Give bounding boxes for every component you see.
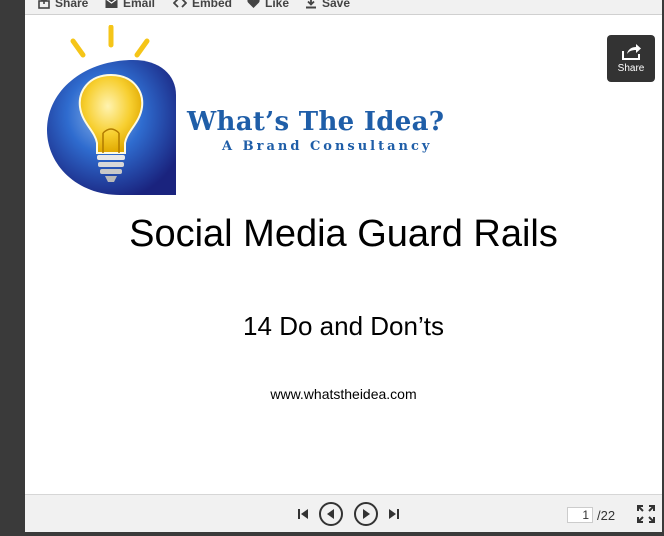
triangle-right-icon bbox=[363, 509, 370, 519]
previous-circle bbox=[319, 502, 343, 526]
previous-slide-button[interactable] bbox=[318, 495, 344, 533]
slide-title: Social Media Guard Rails bbox=[129, 213, 558, 255]
code-icon bbox=[173, 0, 187, 8]
toolbar-embed-button[interactable]: Embed bbox=[173, 0, 232, 11]
triangle-left-icon bbox=[327, 509, 334, 519]
last-page-button[interactable] bbox=[386, 495, 402, 533]
toolbar-like-button[interactable]: Like bbox=[247, 0, 289, 11]
next-slide-button[interactable] bbox=[353, 495, 379, 533]
page-number-input[interactable] bbox=[567, 507, 593, 523]
logo-title: What’s The Idea? bbox=[187, 107, 445, 137]
left-border bbox=[0, 0, 25, 536]
toolbar-like-label: Like bbox=[265, 0, 290, 10]
envelope-icon bbox=[105, 0, 118, 8]
logo-subtitle: A Brand Consultancy bbox=[222, 139, 433, 154]
download-icon bbox=[306, 0, 316, 9]
heart-icon bbox=[247, 0, 260, 8]
share-icon bbox=[38, 0, 50, 9]
viewer-controls: /22 bbox=[25, 494, 662, 533]
skip-to-start-icon bbox=[298, 509, 308, 519]
slide-canvas: What’s The Idea? A Brand Consultancy Soc… bbox=[25, 15, 662, 494]
slide-subtitle: 14 Do and Don’ts bbox=[243, 311, 444, 341]
fullscreen-icon[interactable] bbox=[637, 505, 655, 523]
top-toolbar: Share Email Embed Like Save bbox=[25, 0, 662, 15]
toolbar-share-label: Share bbox=[55, 0, 89, 10]
share-overlay-label: Share bbox=[617, 63, 645, 74]
toolbar-save-label: Save bbox=[322, 0, 351, 10]
share-overlay-button[interactable]: Share bbox=[607, 35, 655, 82]
toolbar-save-button[interactable]: Save bbox=[305, 0, 350, 11]
toolbar-email-label: Email bbox=[123, 0, 156, 10]
skip-to-end-icon bbox=[389, 509, 399, 519]
share-arrow-icon bbox=[622, 44, 641, 60]
toolbar-email-button[interactable]: Email bbox=[105, 0, 155, 11]
toolbar-share-button[interactable]: Share bbox=[38, 0, 88, 11]
first-page-button[interactable] bbox=[295, 495, 311, 533]
toolbar-embed-label: Embed bbox=[192, 0, 233, 10]
next-circle bbox=[354, 502, 378, 526]
page-total: /22 bbox=[597, 508, 616, 523]
bottom-border bbox=[25, 532, 662, 536]
slide-url: www.whatstheidea.com bbox=[270, 386, 417, 402]
